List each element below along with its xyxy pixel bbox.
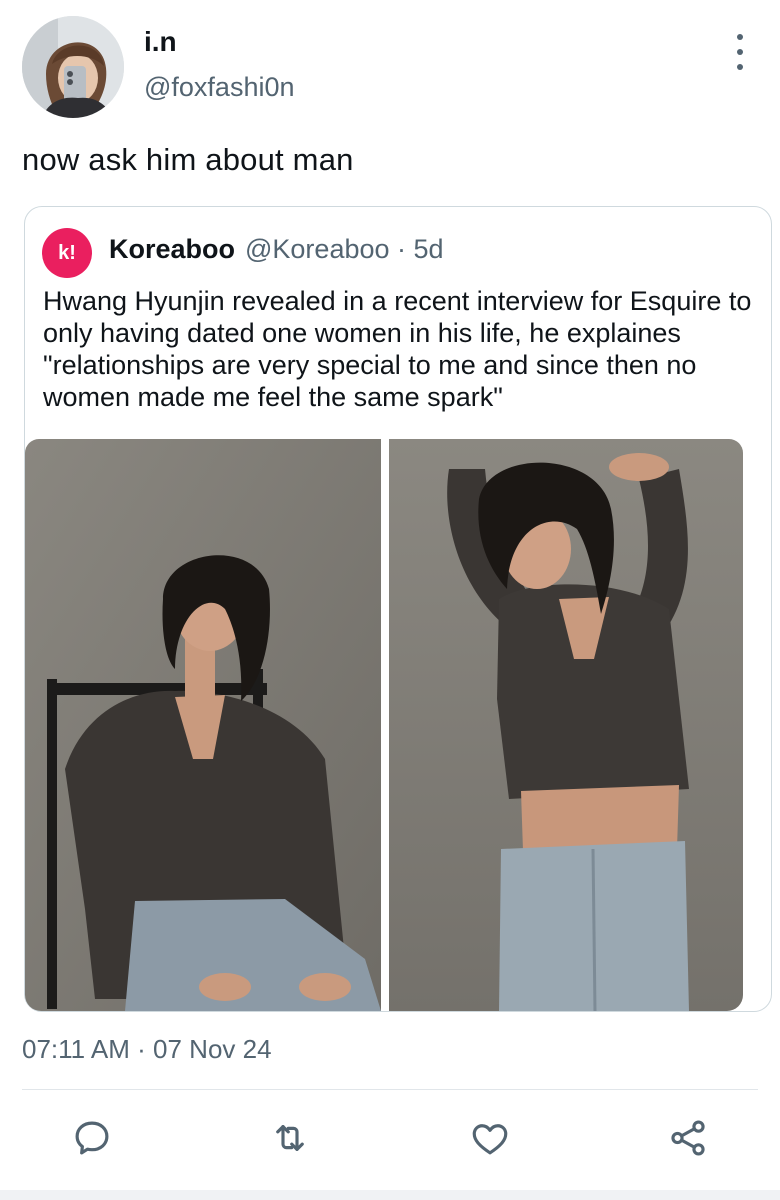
author-avatar[interactable] xyxy=(22,16,124,118)
quoted-handle-and-time: @Koreaboo · 5d xyxy=(245,234,444,264)
more-dot xyxy=(737,64,743,70)
tweet-detail: i.n @foxfashi0n now ask him about man k!… xyxy=(0,0,780,1200)
more-dot xyxy=(737,34,743,40)
author-handle[interactable]: @foxfashi0n xyxy=(144,72,295,103)
quoted-tweet-text: Hwang Hyunjin revealed in a recent inter… xyxy=(43,286,752,412)
retweet-icon[interactable] xyxy=(268,1116,312,1160)
quoted-photo-seated[interactable] xyxy=(25,439,381,1011)
more-dot xyxy=(737,49,743,55)
divider xyxy=(22,1089,758,1090)
tweet-text: now ask him about man xyxy=(22,142,354,177)
share-icon[interactable] xyxy=(666,1116,710,1160)
photo-standing-illustration xyxy=(389,439,743,1011)
avatar-photo xyxy=(22,16,124,118)
quoted-photo-standing[interactable] xyxy=(389,439,743,1011)
koreaboo-logo-avatar[interactable]: k! xyxy=(42,228,92,278)
tweet-timestamp[interactable]: 07:11 AM · 07 Nov 24 xyxy=(22,1034,272,1065)
photo-seated-illustration xyxy=(25,439,381,1011)
more-options-icon[interactable] xyxy=(728,34,752,70)
quoted-display-name[interactable]: Koreaboo xyxy=(109,234,235,265)
author-display-name[interactable]: i.n xyxy=(144,26,177,58)
bottom-edge xyxy=(0,1190,780,1200)
like-icon[interactable] xyxy=(468,1116,512,1160)
quoted-tweet-card[interactable]: k! Koreaboo @Koreaboo · 5d Hwang Hyunjin… xyxy=(24,206,772,1012)
reply-icon[interactable] xyxy=(70,1116,114,1160)
